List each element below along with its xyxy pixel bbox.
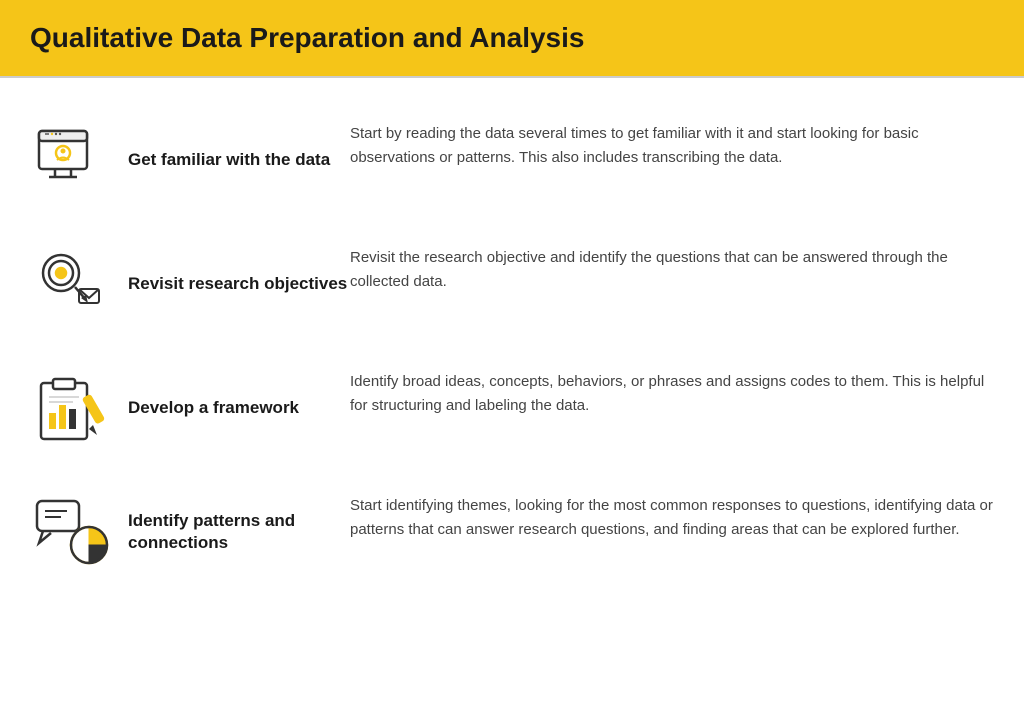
list-item: Develop a framework Identify broad ideas… (30, 346, 994, 470)
patterns-label: Identify patterns and connections (128, 510, 350, 554)
patterns-icon (30, 492, 110, 572)
item-left-familiar: Get familiar with the data (30, 120, 350, 200)
page-header: Qualitative Data Preparation and Analysi… (0, 0, 1024, 76)
familiar-icon (30, 120, 110, 200)
main-content: Get familiar with the data Start by read… (0, 78, 1024, 614)
revisit-icon (30, 244, 110, 324)
item-left-revisit: Revisit research objectives (30, 244, 350, 324)
revisit-description: Revisit the research objective and ident… (350, 244, 994, 294)
list-item: Get familiar with the data Start by read… (30, 98, 994, 222)
list-item: Revisit research objectives Revisit the … (30, 222, 994, 346)
item-left-framework: Develop a framework (30, 368, 350, 448)
page-title: Qualitative Data Preparation and Analysi… (30, 22, 994, 54)
framework-label: Develop a framework (128, 397, 299, 419)
list-item: Identify patterns and connections Start … (30, 470, 994, 594)
patterns-description: Start identifying themes, looking for th… (350, 492, 994, 542)
framework-icon (30, 368, 110, 448)
revisit-label: Revisit research objectives (128, 273, 347, 295)
framework-description: Identify broad ideas, concepts, behavior… (350, 368, 994, 418)
item-left-patterns: Identify patterns and connections (30, 492, 350, 572)
familiar-description: Start by reading the data several times … (350, 120, 994, 170)
familiar-label: Get familiar with the data (128, 149, 330, 171)
